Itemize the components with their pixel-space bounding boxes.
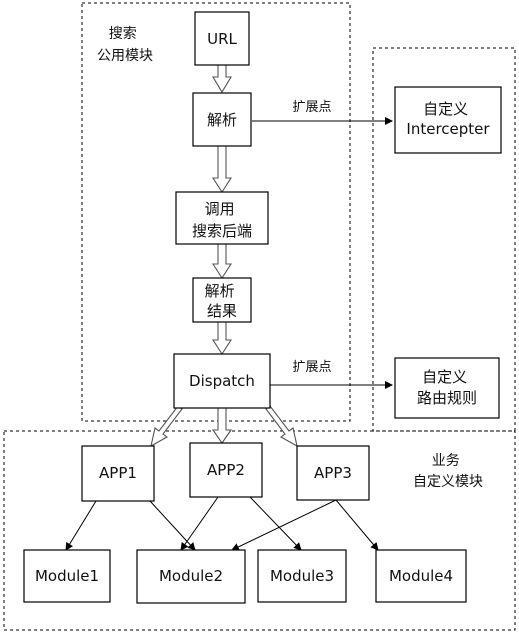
svg-text:APP2: APP2 — [207, 461, 245, 479]
arrow-url-to-parse — [212, 64, 232, 94]
node-custom-routing-rules: 自定义 路由规则 — [394, 357, 500, 419]
arrow-result-to-dispatch — [211, 321, 233, 356]
architecture-diagram: 搜索 公用模块 业务 自定义模块 扩展点 扩展点 URL 解析 调用 搜索后端 … — [3, 2, 516, 631]
svg-text:解析: 解析 — [207, 111, 237, 129]
node-dispatch: Dispatch — [173, 353, 271, 409]
svg-text:URL: URL — [207, 30, 237, 48]
arrow-dispatch-to-app1 — [150, 405, 183, 448]
arrow-dispatch-to-app2 — [211, 407, 233, 444]
arrow-app3-to-module4 — [335, 499, 379, 551]
node-module4: Module4 — [375, 549, 467, 603]
arrow-app2-to-module2 — [180, 496, 219, 551]
node-call-search-backend: 调用 搜索后端 — [175, 191, 269, 245]
business-custom-module-label: 业务 自定义模块 — [413, 453, 483, 490]
search-common-module-label: 搜索 公用模块 — [97, 25, 153, 64]
node-app3: APP3 — [296, 445, 370, 501]
svg-text:Module3: Module3 — [270, 567, 334, 585]
svg-text:Dispatch: Dispatch — [189, 372, 255, 390]
arrow-call-to-result — [211, 243, 233, 280]
dispatch-extension-point-label: 扩展点 — [292, 360, 331, 375]
arrow-app3-to-module2 — [231, 499, 337, 551]
node-app2: APP2 — [189, 442, 263, 498]
arrow-app1-to-module2 — [149, 500, 196, 551]
arrow-app1-to-module1 — [65, 500, 97, 551]
svg-text:Module2: Module2 — [159, 567, 223, 585]
node-app1: APP1 — [81, 445, 155, 502]
arrow-dispatch-to-app3 — [265, 405, 298, 448]
svg-text:Module4: Module4 — [389, 567, 453, 585]
parse-extension-point-label: 扩展点 — [292, 100, 331, 115]
node-custom-interceptor: 自定义 Intercepter — [394, 86, 502, 154]
node-module3: Module3 — [257, 549, 347, 603]
node-module1: Module1 — [23, 549, 111, 603]
node-url: URL — [194, 11, 250, 66]
arrow-app2-to-module3 — [249, 496, 302, 551]
svg-text:APP3: APP3 — [314, 464, 352, 482]
node-module2: Module2 — [136, 549, 246, 604]
arrow-parse-to-call — [211, 145, 233, 194]
svg-text:Module1: Module1 — [35, 567, 99, 585]
node-parse: 解析 — [192, 92, 252, 147]
node-parse-result: 解析 结果 — [192, 277, 252, 323]
svg-text:APP1: APP1 — [99, 464, 137, 482]
